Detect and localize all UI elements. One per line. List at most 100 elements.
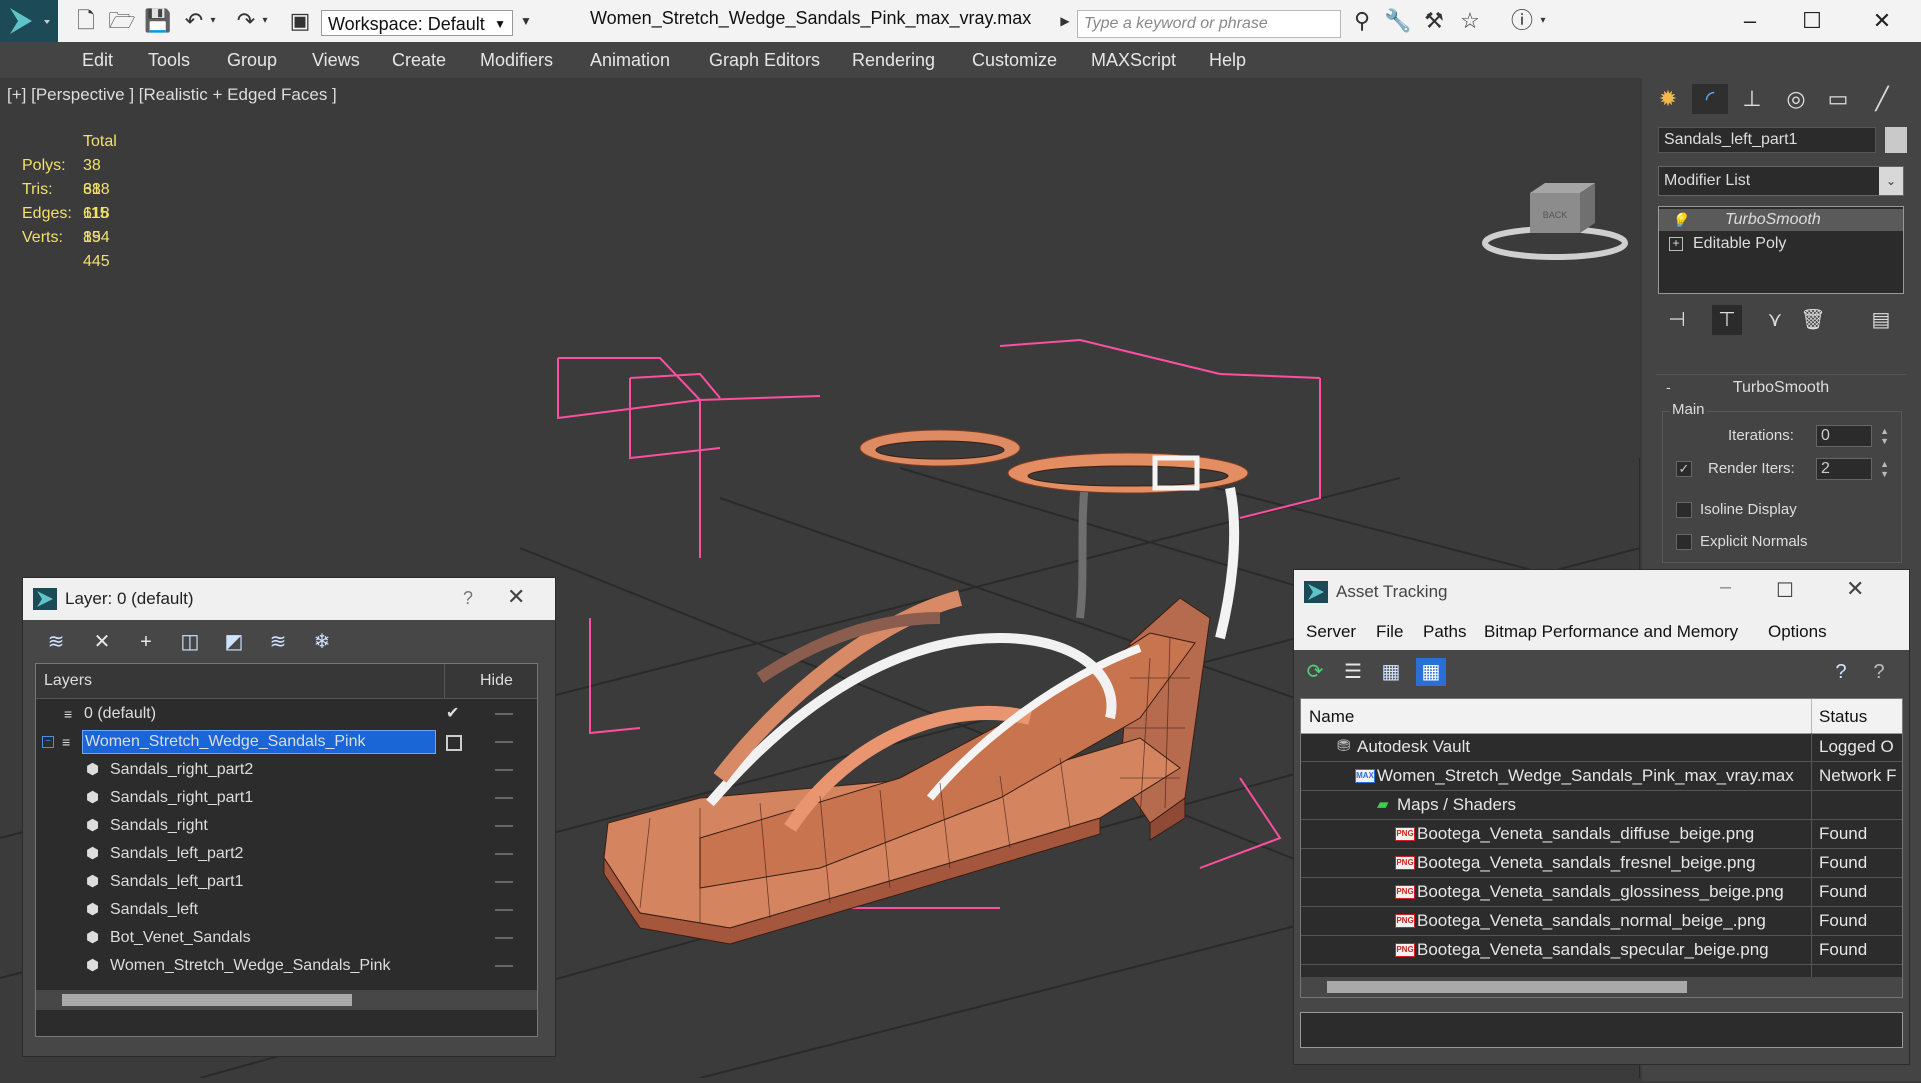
highlight-selected-icon[interactable]: ◩ bbox=[219, 628, 249, 656]
spinner-arrows-icon[interactable]: ▲ ▼ bbox=[1880, 426, 1889, 446]
render-iters-checkbox[interactable]: ✓ bbox=[1676, 461, 1692, 477]
thumbnail-view-icon[interactable]: ▦ bbox=[1376, 658, 1406, 686]
modifier-list-dropdown[interactable]: Modifier List ⌄ bbox=[1658, 166, 1904, 196]
asset-menu-file[interactable]: File bbox=[1376, 622, 1403, 642]
new-file-icon[interactable]: 🗋 bbox=[72, 8, 100, 34]
hide-toggle[interactable] bbox=[495, 769, 513, 771]
add-to-layer-icon[interactable]: + bbox=[131, 628, 161, 656]
refresh-icon[interactable]: ⟳ bbox=[1300, 658, 1330, 686]
menu-maxscript[interactable]: MAXScript bbox=[1091, 50, 1176, 71]
save-file-icon[interactable]: 💾 bbox=[144, 8, 172, 34]
minimize-icon[interactable]: – bbox=[1720, 576, 1731, 599]
app-logo[interactable] bbox=[0, 0, 58, 42]
render-iters-spinner[interactable]: 2 ▲ ▼ bbox=[1816, 458, 1889, 480]
layer-row[interactable]: ≡ 0 (default) ✔ bbox=[36, 700, 537, 728]
close-icon[interactable]: ✕ bbox=[1864, 6, 1900, 36]
stack-item-turbosmooth[interactable]: 💡 TurboSmooth bbox=[1659, 209, 1903, 231]
asset-row-bitmap[interactable]: PNG Bootega_Veneta_sandals_specular_beig… bbox=[1301, 936, 1902, 965]
menu-views[interactable]: Views bbox=[312, 50, 360, 71]
object-color-swatch[interactable] bbox=[1885, 127, 1907, 153]
asset-hscrollbar-thumb[interactable] bbox=[1327, 981, 1687, 993]
table-view-icon[interactable]: ▦ bbox=[1416, 658, 1446, 686]
subscription-icon[interactable]: ⚒ bbox=[1420, 8, 1448, 34]
hide-toggle[interactable] bbox=[495, 909, 513, 911]
hide-toggle[interactable] bbox=[495, 741, 513, 743]
asset-path-field[interactable] bbox=[1300, 1012, 1903, 1048]
asset-menu-server[interactable]: Server bbox=[1306, 622, 1356, 642]
maximize-icon[interactable]: ☐ bbox=[1794, 6, 1830, 36]
asset-row-bitmap[interactable]: PNG Bootega_Veneta_sandals_normal_beige_… bbox=[1301, 907, 1902, 936]
close-icon[interactable]: ✕ bbox=[507, 584, 525, 610]
asset-menu-options[interactable]: Options bbox=[1768, 622, 1827, 642]
help-icon[interactable]: ⓘ bbox=[1508, 8, 1536, 34]
rollout-title[interactable]: TurboSmooth bbox=[1656, 375, 1906, 401]
hide-unhide-all-icon[interactable]: ≋ bbox=[263, 628, 293, 656]
menu-create[interactable]: Create bbox=[392, 50, 446, 71]
delete-layer-icon[interactable]: ✕ bbox=[87, 628, 117, 656]
column-layers[interactable]: Layers bbox=[44, 672, 92, 690]
undo-dropdown-icon[interactable]: ▾ bbox=[206, 8, 220, 34]
menu-animation[interactable]: Animation bbox=[590, 50, 670, 71]
project-folder-icon[interactable]: ▣ bbox=[286, 8, 314, 34]
spinner-arrows-icon[interactable]: ▲ ▼ bbox=[1880, 459, 1889, 479]
lightbulb-icon[interactable]: 💡 bbox=[1671, 209, 1688, 231]
menu-edit[interactable]: Edit bbox=[82, 50, 113, 71]
asset-menu-paths[interactable]: Paths bbox=[1423, 622, 1466, 642]
binoculars-icon[interactable]: ⚲ bbox=[1348, 8, 1376, 34]
menu-rendering[interactable]: Rendering bbox=[852, 50, 935, 71]
menu-tools[interactable]: Tools bbox=[148, 50, 190, 71]
asset-row-bitmap[interactable]: PNG Bootega_Veneta_sandals_fresnel_beige… bbox=[1301, 849, 1902, 878]
show-end-result-icon[interactable]: ⊤ bbox=[1712, 305, 1742, 335]
column-name[interactable]: Name bbox=[1309, 707, 1354, 727]
asset-dialog-titlebar[interactable]: Asset Tracking – ☐ ✕ bbox=[1294, 570, 1909, 614]
asset-hscrollbar-track[interactable] bbox=[1301, 977, 1902, 997]
redo-dropdown-icon[interactable]: ▾ bbox=[258, 8, 272, 34]
display-tab-icon[interactable]: ▭ bbox=[1820, 84, 1856, 114]
hide-toggle[interactable] bbox=[495, 713, 513, 715]
menu-group[interactable]: Group bbox=[227, 50, 277, 71]
select-objects-icon[interactable]: ◫ bbox=[175, 628, 205, 656]
hide-toggle[interactable] bbox=[495, 881, 513, 883]
active-layer-check-icon[interactable]: ✔ bbox=[446, 700, 459, 728]
motion-tab-icon[interactable]: ◎ bbox=[1778, 84, 1814, 114]
asset-row-maps-folder[interactable]: ▰ Maps / Shaders bbox=[1301, 791, 1902, 820]
menu-customize[interactable]: Customize bbox=[972, 50, 1057, 71]
workspace-select[interactable]: Workspace: Default ▼ bbox=[321, 10, 513, 36]
quick-access-dropdown-icon[interactable]: ▼ bbox=[516, 8, 536, 34]
explicit-normals-checkbox[interactable] bbox=[1676, 534, 1692, 550]
menu-help[interactable]: Help bbox=[1209, 50, 1246, 71]
utilities-tab-icon[interactable]: ╱ bbox=[1864, 84, 1900, 114]
asset-row-vault[interactable]: ⛃ Autodesk Vault Logged O bbox=[1301, 733, 1902, 762]
undo-icon[interactable]: ↶ bbox=[180, 8, 208, 34]
layer-row[interactable]: ⬢ Bot_Venet_Sandals bbox=[36, 924, 537, 952]
layer-row[interactable]: ⬢ Sandals_left bbox=[36, 896, 537, 924]
hide-toggle[interactable] bbox=[495, 853, 513, 855]
expand-plus-icon[interactable]: + bbox=[1669, 237, 1683, 251]
freeze-unfreeze-all-icon[interactable]: ❄ bbox=[307, 628, 337, 656]
close-icon[interactable]: ✕ bbox=[1846, 576, 1864, 602]
hide-toggle[interactable] bbox=[495, 965, 513, 967]
vault-connect-icon[interactable]: ? bbox=[1864, 658, 1894, 686]
collapse-minus-icon[interactable]: − bbox=[42, 736, 54, 748]
asset-row-max-file[interactable]: MAX Women_Stretch_Wedge_Sandals_Pink_max… bbox=[1301, 762, 1902, 791]
layer-dialog-titlebar[interactable]: Layer: 0 (default) ? ✕ bbox=[23, 578, 555, 620]
hierarchy-tab-icon[interactable]: ⊥ bbox=[1734, 84, 1770, 114]
layer-row[interactable]: ⬢ Sandals_right_part2 bbox=[36, 756, 537, 784]
layer-row[interactable]: ⬢ Women_Stretch_Wedge_Sandals_Pink bbox=[36, 952, 537, 980]
maximize-icon[interactable]: ☐ bbox=[1776, 578, 1794, 603]
hide-toggle[interactable] bbox=[495, 797, 513, 799]
iterations-spinner[interactable]: 0 ▲ ▼ bbox=[1816, 425, 1889, 447]
open-file-icon[interactable]: 🗁 bbox=[108, 8, 136, 34]
redo-icon[interactable]: ↷ bbox=[232, 8, 260, 34]
layer-row[interactable]: ⬢ Sandals_left_part2 bbox=[36, 840, 537, 868]
menu-modifiers[interactable]: Modifiers bbox=[480, 50, 553, 71]
asset-row-bitmap[interactable]: PNG Bootega_Veneta_sandals_diffuse_beige… bbox=[1301, 820, 1902, 849]
column-hide[interactable]: Hide bbox=[480, 672, 513, 690]
tools-icon[interactable]: 🔧 bbox=[1384, 8, 1412, 34]
stack-item-editable-poly[interactable]: + Editable Poly bbox=[1659, 233, 1903, 255]
help-dropdown-icon[interactable]: ▾ bbox=[1536, 8, 1550, 34]
configure-modifier-sets-icon[interactable]: ▤ bbox=[1866, 305, 1896, 335]
remove-modifier-icon[interactable]: 🗑 bbox=[1798, 305, 1828, 335]
layer-row[interactable]: ⬢ Sandals_right_part1 bbox=[36, 784, 537, 812]
asset-menu-bitmap-performance[interactable]: Bitmap Performance and Memory bbox=[1484, 622, 1738, 642]
